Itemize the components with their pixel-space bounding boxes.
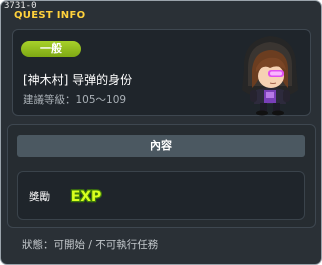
reward-box: 獎勵 EXP (17, 171, 305, 220)
exp-icon-text: EXP (71, 189, 102, 205)
status-colon: ： (43, 239, 54, 251)
status-value: 可開始 / 不可執行任務 (53, 239, 159, 251)
npc-portrait-icon (242, 36, 298, 116)
recommended-level: 建議等級：105～109 (23, 92, 126, 107)
content-header: 內容 (17, 135, 305, 157)
quest-content-card: 內容 獎勵 EXP (7, 124, 316, 228)
status-label: 狀態 (22, 239, 43, 251)
level-label: 建議等級 (23, 94, 65, 106)
quest-info-window: 3731-0 QUEST INFO 一般 [神木村] 导弹的身份 建議等級：10… (0, 0, 322, 265)
quest-name: [神木村] 导弹的身份 (23, 73, 133, 87)
status-line: 狀態：可開始 / 不可執行任務 (22, 237, 158, 252)
level-range: 105～109 (75, 94, 127, 106)
exp-icon: EXP (70, 188, 102, 206)
window-title: QUEST INFO (14, 10, 86, 21)
level-colon: ： (65, 94, 76, 106)
reward-label: 獎勵 (29, 191, 50, 203)
category-badge: 一般 (21, 41, 81, 57)
quest-summary-card: 一般 [神木村] 导弹的身份 建議等級：105～109 (12, 29, 311, 116)
